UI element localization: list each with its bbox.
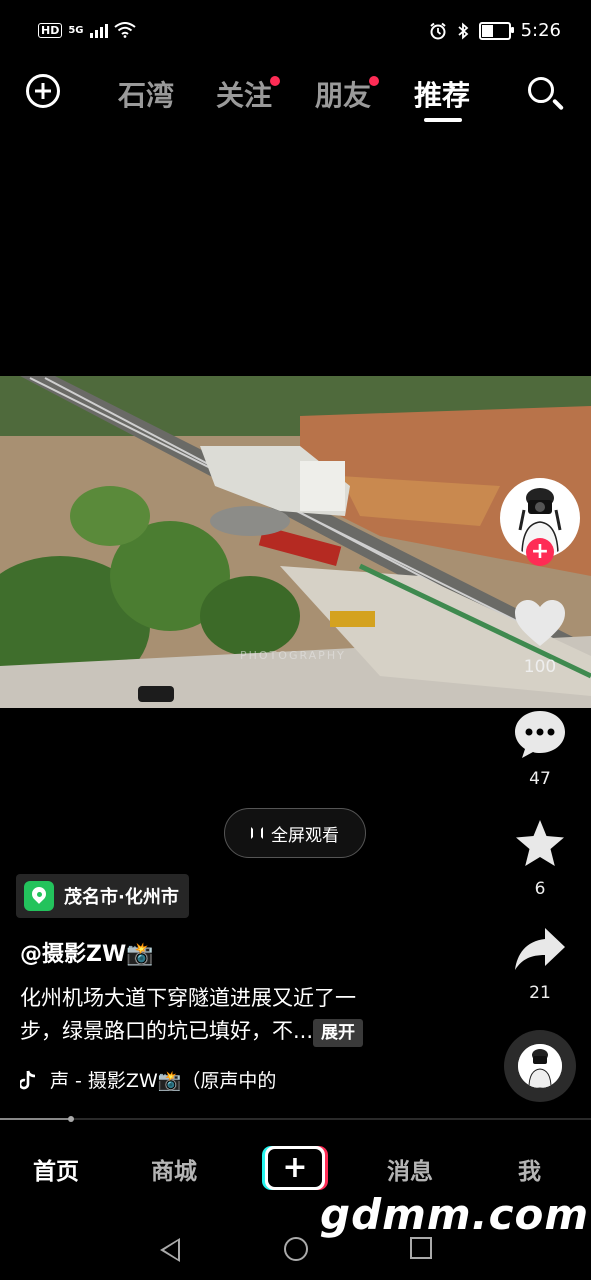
battery-level — [481, 24, 493, 37]
share-action[interactable]: 21 — [500, 926, 580, 1003]
tab-following[interactable]: 关注 — [216, 74, 272, 114]
playback-progress[interactable] — [0, 1116, 591, 1122]
music-disc[interactable] — [504, 1030, 576, 1102]
search-icon[interactable] — [528, 77, 554, 103]
home-icon[interactable] — [284, 1237, 308, 1261]
author-name[interactable]: @摄影ZW📸 — [20, 936, 154, 968]
tab-shiwan[interactable]: 石湾 — [118, 74, 174, 114]
wifi-icon — [113, 22, 136, 38]
status-right: 5:26 — [429, 20, 561, 41]
expand-button[interactable]: 展开 — [313, 1019, 364, 1047]
disc-photographer-icon — [518, 1044, 562, 1088]
top-nav: 石湾 关注 朋友 推荐 — [0, 64, 591, 128]
create-plus-icon: + — [268, 1149, 322, 1187]
status-left: HD 5G — [38, 22, 136, 38]
progress-knob[interactable] — [67, 1116, 74, 1122]
music-title: 声 - 摄影ZW📸（原声中的 — [50, 1070, 277, 1092]
alarm-icon — [429, 22, 446, 39]
hd-badge: HD — [38, 22, 63, 38]
nav-home[interactable]: 首页 — [33, 1152, 79, 1186]
comment-count: 47 — [529, 769, 551, 789]
caption-line-2: 步，绿景路口的坑已填好，不... — [20, 1019, 314, 1043]
favorite-count: 6 — [534, 879, 546, 899]
location-tag[interactable]: 茂名市·化州市 — [16, 874, 189, 918]
like-action[interactable]: 100 — [500, 598, 580, 677]
back-icon[interactable] — [160, 1238, 180, 1262]
fullscreen-label: 全屏观看 — [271, 825, 339, 846]
heart-icon — [515, 600, 565, 646]
recents-icon[interactable] — [410, 1237, 432, 1259]
create-button[interactable]: + — [262, 1146, 328, 1190]
nav-me[interactable]: 我 — [518, 1152, 541, 1186]
video-watermark: PHOTOGRAPHY — [240, 649, 346, 662]
tab-friends[interactable]: 朋友 — [315, 74, 371, 114]
system-nav-bar — [0, 1220, 591, 1280]
network-label: 5G — [68, 24, 84, 36]
bluetooth-icon — [457, 22, 468, 39]
comment-icon — [515, 711, 565, 758]
like-count: 100 — [523, 657, 557, 677]
following-notification-dot — [270, 76, 280, 86]
nav-mall[interactable]: 商城 — [151, 1152, 197, 1186]
signal-icon — [89, 22, 108, 38]
tab-recommend[interactable]: 推荐 — [414, 74, 470, 114]
music-disc-avatar — [518, 1044, 562, 1088]
expand-icon — [251, 827, 263, 839]
author-avatar-group[interactable]: + — [500, 478, 580, 568]
active-tab-indicator — [424, 118, 462, 122]
clock: 5:26 — [520, 20, 561, 41]
battery-icon — [478, 21, 514, 40]
progress-fill — [0, 1118, 71, 1120]
video-caption: 化州机场大道下穿隧道进展又近了一 步，绿景路口的坑已填好，不... 展开 — [20, 982, 440, 1048]
star-icon — [516, 820, 564, 866]
share-count: 21 — [529, 983, 551, 1003]
fullscreen-button[interactable]: 全屏观看 — [224, 808, 366, 858]
music-note-icon — [20, 1070, 36, 1089]
caption-line-1: 化州机场大道下穿隧道进展又近了一 — [20, 986, 356, 1010]
nav-messages[interactable]: 消息 — [387, 1152, 433, 1186]
location-pin-icon — [24, 881, 54, 911]
add-circle-icon[interactable] — [26, 74, 60, 108]
follow-button[interactable]: + — [526, 538, 554, 566]
location-label: 茂名市·化州市 — [64, 887, 179, 908]
favorite-action[interactable]: 6 — [500, 818, 580, 899]
status-bar: HD 5G 5:26 — [0, 0, 591, 64]
music-info[interactable]: 声 - 摄影ZW📸（原声中的 — [20, 1066, 276, 1093]
friends-notification-dot — [369, 76, 379, 86]
comment-action[interactable]: 47 — [500, 708, 580, 789]
share-arrow-icon — [515, 928, 565, 970]
